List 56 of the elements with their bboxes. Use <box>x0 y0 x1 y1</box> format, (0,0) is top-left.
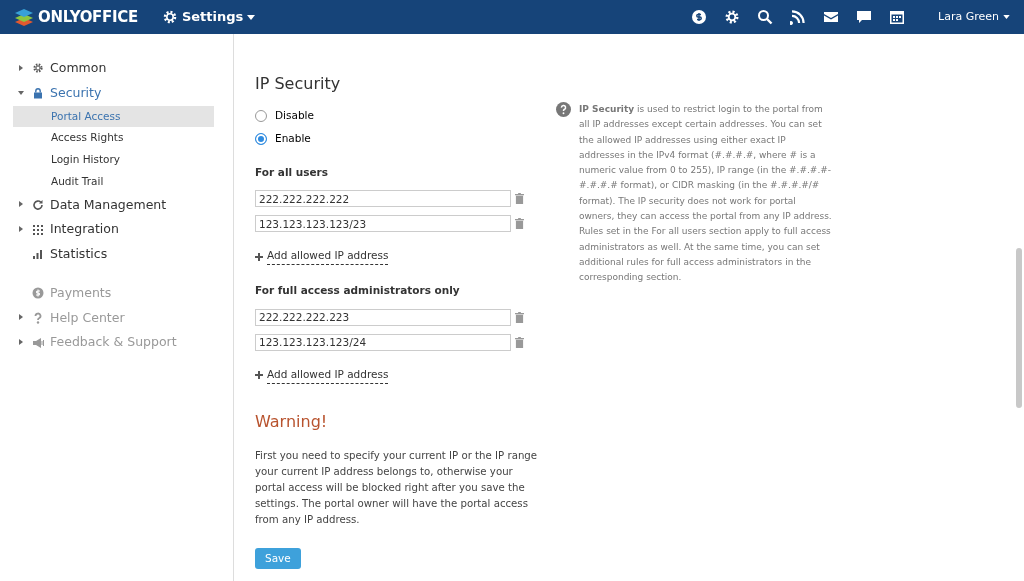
sidebar-item[interactable]: Statistics <box>0 242 200 267</box>
feed-icon[interactable] <box>790 9 807 25</box>
sidebar-subitem[interactable]: Audit Trail <box>13 170 214 193</box>
settings-icon[interactable] <box>724 9 741 25</box>
ip-address-field[interactable]: 123.123.123.123/23 <box>255 215 511 233</box>
gear-icon <box>161 9 178 25</box>
group-heading: For all users <box>255 164 329 180</box>
ip-address-field[interactable]: 222.222.222.222 <box>255 190 511 208</box>
trash-icon[interactable] <box>515 218 524 230</box>
app-logo: ONLYOFFICE <box>38 6 138 28</box>
trash-icon[interactable] <box>515 193 524 205</box>
chat-icon[interactable] <box>856 9 873 25</box>
plus-icon[interactable] <box>255 371 263 380</box>
group-heading: For full access administrators only <box>255 283 461 298</box>
lock-icon <box>32 87 44 100</box>
calendar-icon[interactable] <box>889 9 906 25</box>
scrollbar[interactable] <box>1016 248 1022 408</box>
plus-icon[interactable] <box>255 252 263 261</box>
ip-address-field[interactable]: 222.222.222.223 <box>255 308 511 326</box>
sidebar-item[interactable]: Data Management <box>0 192 200 218</box>
gear-icon <box>32 62 44 75</box>
add-address-link[interactable]: Add allowed IP address <box>267 248 389 265</box>
ip-address-field[interactable]: 123.123.123.123/24 <box>255 333 511 351</box>
expand-arrow-icon[interactable] <box>18 226 24 233</box>
logo-icon <box>14 7 34 27</box>
add-address-link[interactable]: Add allowed IP address <box>267 366 389 384</box>
expand-arrow-icon[interactable] <box>18 201 24 208</box>
warning-title: Warning! <box>255 410 329 433</box>
trash-icon[interactable] <box>515 311 524 323</box>
help-text: IP Security is used to restrict login to the portal from all IP addresses except certain addresses. You can set the allowed IP addresses using either exact IP addresses in the IPv4 format (#.#.#.#, where # is a numeric value from 0 to 255), IP range (in the #.#.#.#-#.#.#.# format), or CIDR masking (in the #.#.#.#/# format). The IP security does not work for portal owners, they can access the portal from any IP address. Rules set in the For all users section apply to full access administrators as well. At the same time, you can set additional rules for full access administrators in the corresponding section. <box>579 103 833 285</box>
warning-text: First you need to specify your current IP or the IP range your current IP address belongs to, otherwise your portal access will be blocked right after you save the settings. The portal owner will have the portal access from any IP address. <box>255 448 539 527</box>
section-title: IP Security <box>255 73 342 95</box>
help-icon <box>556 102 571 117</box>
question-icon <box>32 311 44 324</box>
radio-option[interactable]: Disable <box>255 108 314 124</box>
radio-option[interactable]: Enable <box>255 130 311 147</box>
sidebar-subitem[interactable]: Access Rights <box>13 127 214 149</box>
mail-icon[interactable] <box>823 9 840 25</box>
settings-menu[interactable]: Settings <box>161 7 256 27</box>
dollar-icon <box>32 287 44 300</box>
refresh-icon <box>32 198 44 211</box>
sidebar-subitem[interactable]: Portal Access <box>13 105 214 128</box>
user-menu[interactable]: Lara Green <box>938 8 1010 26</box>
bar-chart-icon <box>32 248 44 261</box>
collapse-arrow-icon[interactable] <box>18 89 24 96</box>
payments-icon[interactable] <box>691 9 708 25</box>
caret-icon <box>1003 15 1010 19</box>
trash-icon[interactable] <box>515 336 524 348</box>
sidebar-item[interactable]: Integration <box>0 217 200 242</box>
sidebar-item[interactable]: Common <box>0 56 200 81</box>
expand-arrow-icon[interactable] <box>18 64 24 71</box>
sidebar-subitem[interactable]: Login History <box>13 149 214 171</box>
sidebar-item[interactable]: Security <box>0 80 200 106</box>
grid-icon <box>32 223 44 236</box>
search-icon[interactable] <box>757 9 774 25</box>
caret-icon <box>247 14 256 20</box>
